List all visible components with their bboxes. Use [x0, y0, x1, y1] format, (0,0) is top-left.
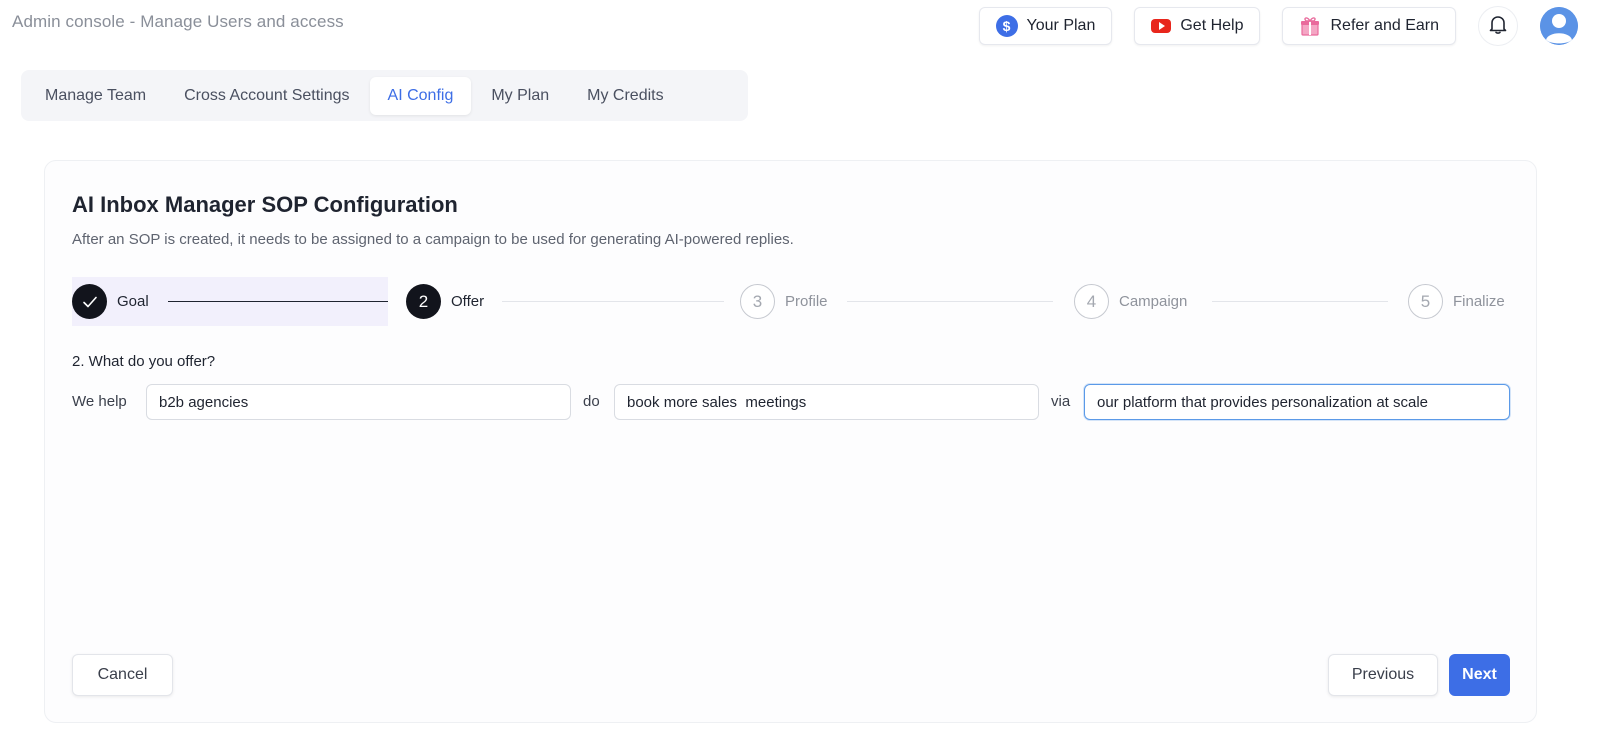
- gift-icon: [1299, 15, 1321, 37]
- top-actions: $ Your Plan Get Help Refer and Earn: [978, 6, 1598, 46]
- stepper: Goal 2 Offer 3 Profile 4 Campaign 5 Fina…: [72, 277, 1512, 326]
- step-connector-1: [168, 301, 388, 302]
- we-help-label: We help: [72, 393, 127, 410]
- tab-manage-team[interactable]: Manage Team: [27, 77, 164, 115]
- step-label-finalize: Finalize: [1453, 293, 1505, 310]
- tab-ai-config[interactable]: AI Config: [369, 76, 472, 115]
- do-label: do: [583, 393, 600, 410]
- page-title: Admin console - Manage Users and access: [12, 12, 344, 31]
- notifications-button[interactable]: [1478, 6, 1518, 46]
- dollar-circle-icon: $: [995, 15, 1018, 37]
- step-connector-4: [1212, 301, 1388, 302]
- check-icon: [72, 284, 107, 319]
- refer-and-earn-button[interactable]: Refer and Earn: [1282, 7, 1456, 45]
- user-avatar-icon: [1540, 7, 1578, 45]
- step-offer[interactable]: 2 Offer: [406, 284, 484, 319]
- card-subtitle: After an SOP is created, it needs to be …: [72, 231, 794, 248]
- sop-config-card: AI Inbox Manager SOP Configuration After…: [44, 160, 1537, 723]
- user-avatar[interactable]: [1540, 7, 1578, 45]
- step-label-goal: Goal: [117, 293, 149, 310]
- via-label: via: [1051, 393, 1071, 410]
- offer-what-input[interactable]: [614, 384, 1039, 420]
- bell-icon: [1487, 13, 1509, 40]
- your-plan-button[interactable]: $ Your Plan: [978, 7, 1113, 45]
- cancel-button[interactable]: Cancel: [72, 654, 173, 696]
- refer-and-earn-label: Refer and Earn: [1330, 17, 1439, 34]
- step-label-campaign: Campaign: [1119, 293, 1188, 310]
- step-connector-2: [502, 301, 724, 302]
- step-goal[interactable]: Goal: [72, 284, 149, 319]
- your-plan-label: Your Plan: [1026, 17, 1096, 34]
- next-button[interactable]: Next: [1449, 654, 1510, 696]
- card-title: AI Inbox Manager SOP Configuration: [72, 192, 458, 217]
- step-campaign[interactable]: 4 Campaign: [1074, 284, 1187, 319]
- tab-my-plan[interactable]: My Plan: [473, 77, 567, 115]
- youtube-icon: [1151, 19, 1172, 33]
- step-number-campaign: 4: [1074, 284, 1109, 319]
- step-number-finalize: 5: [1408, 284, 1443, 319]
- step-label-profile: Profile: [785, 293, 828, 310]
- offer-how-input[interactable]: [1084, 384, 1510, 420]
- get-help-button[interactable]: Get Help: [1134, 7, 1261, 45]
- settings-tabs: Manage Team Cross Account Settings AI Co…: [21, 70, 748, 121]
- tab-cross-account-settings[interactable]: Cross Account Settings: [166, 77, 367, 115]
- get-help-label: Get Help: [1180, 17, 1244, 34]
- step-number-offer: 2: [406, 284, 441, 319]
- step-connector-3: [847, 301, 1053, 302]
- offer-row: We help do via: [72, 384, 1512, 420]
- offer-who-input[interactable]: [146, 384, 571, 420]
- previous-button[interactable]: Previous: [1328, 654, 1438, 696]
- step-label-offer: Offer: [451, 293, 485, 310]
- step-profile[interactable]: 3 Profile: [740, 284, 828, 319]
- offer-question: 2. What do you offer?: [72, 353, 216, 370]
- tab-my-credits[interactable]: My Credits: [569, 77, 681, 115]
- step-number-profile: 3: [740, 284, 775, 319]
- step-finalize[interactable]: 5 Finalize: [1408, 284, 1505, 319]
